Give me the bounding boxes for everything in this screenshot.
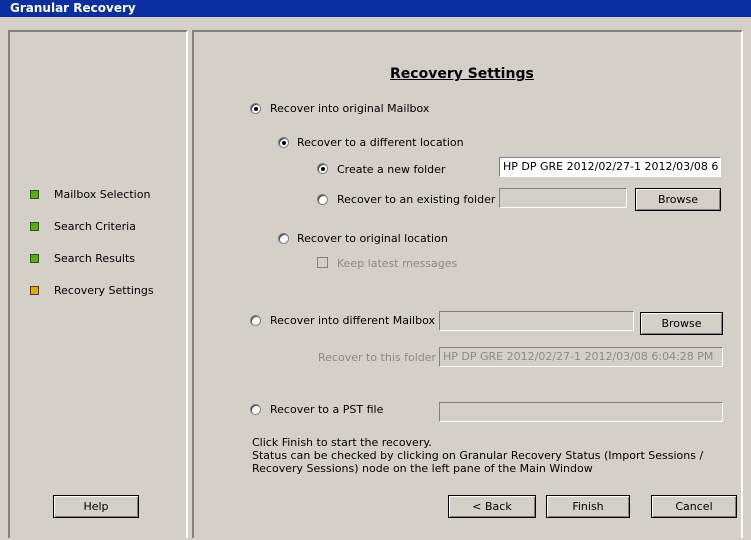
radio-new-folder[interactable] <box>317 163 328 174</box>
label-different-mailbox: Recover into different Mailbox <box>270 314 435 327</box>
help-button[interactable]: Help <box>53 495 139 518</box>
info-line: Recovery Sessions) node on the left pane… <box>252 462 593 475</box>
info-line: Status can be checked by clicking on Gra… <box>252 449 704 462</box>
page-title: Recovery Settings <box>390 66 534 82</box>
step-status-icon <box>30 254 39 263</box>
radio-different-mailbox[interactable] <box>250 315 261 326</box>
window-title: Granular Recovery <box>10 1 136 15</box>
label-original-mailbox: Recover into original Mailbox <box>270 102 430 115</box>
info-text: Click Finish to start the recovery. Stat… <box>252 436 703 475</box>
step-label: Search Results <box>54 252 136 265</box>
step-status-icon <box>30 190 39 199</box>
step-label: Search Criteria <box>54 220 136 233</box>
step-label: Recovery Settings <box>54 284 154 297</box>
label-keep-latest: Keep latest messages <box>337 257 458 270</box>
step-status-icon <box>30 222 39 231</box>
label-different-location: Recover to a different location <box>297 136 464 149</box>
different-mailbox-input[interactable] <box>439 311 634 331</box>
info-line: Click Finish to start the recovery. <box>252 436 432 449</box>
step-label: Mailbox Selection <box>54 188 151 201</box>
radio-existing-folder[interactable] <box>317 194 328 205</box>
finish-button[interactable]: Finish <box>546 495 630 518</box>
cancel-button[interactable]: Cancel <box>651 495 737 518</box>
label-recover-to-folder: Recover to this folder <box>318 351 437 364</box>
back-button[interactable]: < Back <box>448 495 536 518</box>
radio-different-location[interactable] <box>278 137 289 148</box>
radio-original-mailbox[interactable] <box>250 103 261 114</box>
pst-file-input[interactable] <box>439 402 723 422</box>
label-original-location: Recover to original location <box>297 232 448 245</box>
recover-to-folder-input[interactable]: HP DP GRE 2012/02/27-1 2012/03/08 6:04:2… <box>439 347 723 367</box>
radio-pst-file[interactable] <box>250 404 261 415</box>
step-status-icon <box>30 286 39 295</box>
existing-folder-input[interactable] <box>499 188 627 208</box>
browse-mailbox-button[interactable]: Browse <box>640 312 723 335</box>
radio-original-location[interactable] <box>278 233 289 244</box>
label-existing-folder: Recover to an existing folder <box>337 193 496 206</box>
new-folder-input[interactable]: HP DP GRE 2012/02/27-1 2012/03/08 6 <box>499 157 721 177</box>
keep-latest-checkbox[interactable] <box>317 257 328 268</box>
window-title-bar: Granular Recovery <box>0 0 751 17</box>
label-pst-file: Recover to a PST file <box>270 403 384 416</box>
browse-existing-folder-button[interactable]: Browse <box>635 188 721 211</box>
label-new-folder: Create a new folder <box>337 163 446 176</box>
